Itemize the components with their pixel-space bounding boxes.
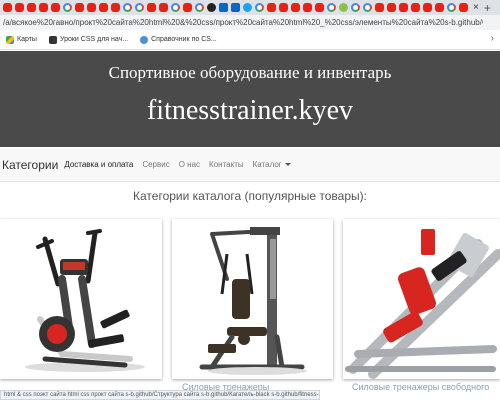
google-icon[interactable] (171, 3, 180, 12)
reference-icon (140, 35, 149, 44)
youtube-icon[interactable] (423, 3, 432, 12)
hero-subtitle: Спортивное оборудование и инвентарь (108, 63, 392, 82)
site-navbar: Категории Доставка и оплата Сервис О нас… (0, 148, 500, 182)
nav-link-contacts[interactable]: Контакты (209, 160, 244, 169)
close-tab-icon[interactable]: × (473, 2, 479, 13)
google-icon[interactable] (327, 3, 336, 12)
multi-station-image (172, 219, 333, 379)
hero-banner: Спортивное оборудование и инвентарь fitn… (0, 51, 500, 147)
youtube-icon[interactable] (291, 3, 300, 12)
bookmark-label: Карты (17, 36, 37, 43)
linkedin-icon[interactable] (219, 3, 228, 12)
catalog-card-multistation[interactable] (172, 219, 333, 379)
youtube-icon[interactable] (315, 3, 324, 12)
new-tab-button[interactable]: + (484, 1, 491, 15)
catalog-card-legpress[interactable] (343, 219, 500, 379)
youtube-icon[interactable] (87, 3, 96, 12)
google-icon[interactable] (255, 3, 264, 12)
youtube-icon[interactable] (39, 3, 48, 12)
bootstrap-icon[interactable] (243, 3, 252, 12)
hero-title: fitnesstrainer.kyev (146, 95, 354, 126)
youtube-icon[interactable] (183, 3, 192, 12)
youtube-icon[interactable] (51, 3, 60, 12)
bookmark-css-lessons[interactable]: Уроки CSS для нач... (48, 35, 129, 44)
google-icon[interactable] (351, 3, 360, 12)
youtube-icon[interactable] (399, 3, 408, 12)
youtube-icon[interactable] (279, 3, 288, 12)
linkedin-icon[interactable] (231, 3, 240, 12)
chrome-icon[interactable] (339, 3, 348, 12)
nav-brand-categories[interactable]: Категории (2, 158, 58, 172)
youtube-icon[interactable] (303, 3, 312, 12)
bookmarks-bar: Карты Уроки CSS для нач... Справочник по… (0, 30, 500, 50)
youtube-icon[interactable] (15, 3, 24, 12)
maps-icon (6, 35, 14, 44)
google-icon[interactable] (63, 3, 72, 12)
youtube-icon[interactable] (435, 3, 444, 12)
css-lessons-icon (48, 35, 57, 44)
leg-press-image (343, 219, 500, 379)
google-icon[interactable] (195, 3, 204, 12)
elliptical-trainer-image (0, 219, 162, 379)
youtube-icon[interactable] (387, 3, 396, 12)
youtube-icon[interactable] (375, 3, 384, 12)
browser-tab-strip: × + (0, 0, 500, 15)
bookmark-label: Справочник по CS... (151, 36, 217, 43)
github-icon[interactable] (207, 3, 216, 12)
youtube-icon[interactable] (411, 3, 420, 12)
catalog-heading: Категории каталога (популярные товары): (133, 189, 367, 203)
bookmarks-more-button[interactable]: › (491, 33, 494, 44)
youtube-icon[interactable] (159, 3, 168, 12)
caret-down-icon (284, 163, 291, 166)
youtube-icon[interactable] (3, 3, 12, 12)
youtube-icon[interactable] (267, 3, 276, 12)
google-icon[interactable] (123, 3, 132, 12)
nav-link-delivery[interactable]: Доставка и оплата (64, 160, 133, 169)
catalog-card-elliptical[interactable] (0, 219, 162, 379)
youtube-icon[interactable] (147, 3, 156, 12)
youtube-icon[interactable] (459, 3, 468, 12)
address-bar[interactable]: /a/всякое%20гавно/прокт%20сайта%20html%2… (0, 15, 500, 30)
youtube-icon[interactable] (75, 3, 84, 12)
nav-dropdown-catalog[interactable]: Каталог (253, 160, 291, 169)
youtube-icon[interactable] (111, 3, 120, 12)
google-icon[interactable] (447, 3, 456, 12)
bookmark-maps[interactable]: Карты (6, 35, 37, 44)
google-icon[interactable] (135, 3, 144, 12)
nav-catalog-label: Каталог (252, 160, 282, 169)
nav-link-about[interactable]: О нас (179, 160, 200, 169)
browser-status-bar: html & css поэкт сайта html css прокт са… (0, 390, 320, 400)
bookmark-label: Уроки CSS для нач... (59, 36, 129, 43)
nav-link-service[interactable]: Сервис (142, 160, 169, 169)
url-text[interactable]: /a/всякое%20гавно/прокт%20сайта%20html%2… (3, 18, 483, 27)
bookmark-reference[interactable]: Справочник по CS... (140, 35, 217, 44)
card-caption[interactable]: Силовые тренажеры свободного (352, 382, 500, 392)
google-icon[interactable] (363, 3, 372, 12)
youtube-icon[interactable] (99, 3, 108, 12)
youtube-icon[interactable] (27, 3, 36, 12)
